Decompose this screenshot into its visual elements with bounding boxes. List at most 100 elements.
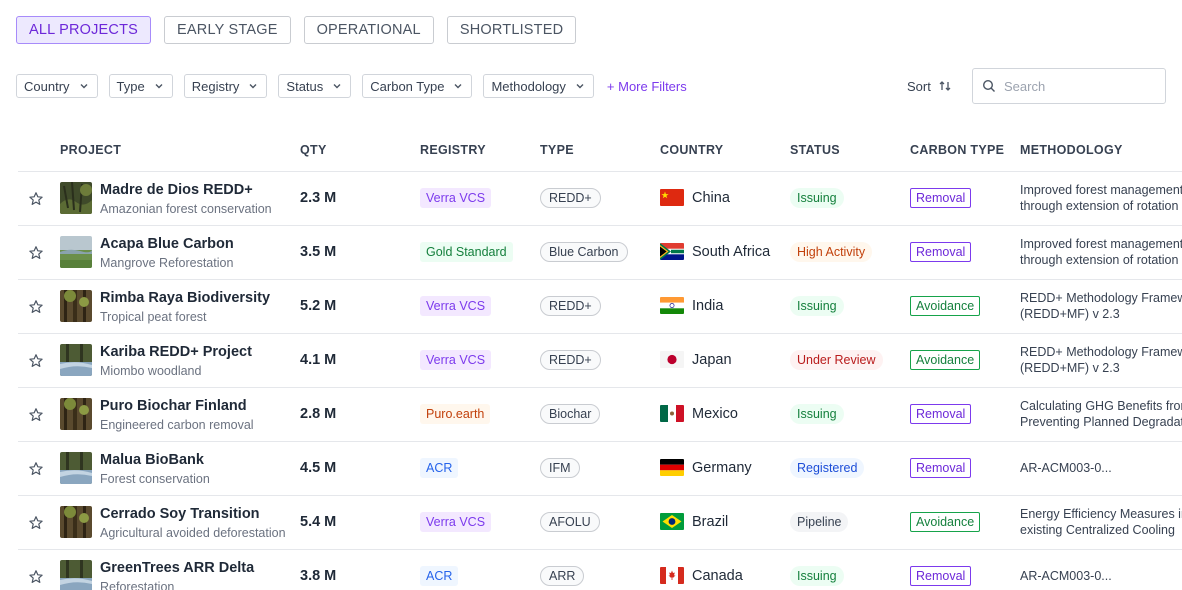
filter-type[interactable]: Type <box>108 74 173 98</box>
chevron-down-icon <box>454 84 462 89</box>
project-subtitle: Agricultural avoided deforestation <box>100 526 286 540</box>
project-thumbnail <box>60 506 92 538</box>
project-qty: 2.3 M <box>300 190 337 206</box>
methodology-text: Improved forest management through extens… <box>1020 236 1182 268</box>
table-row[interactable]: GreenTrees ARR Delta Reforestation 3.8 M AC… <box>18 550 1182 590</box>
table-row[interactable]: Rimba Raya Biodiversity Tropical peat for… <box>18 280 1182 334</box>
more-filters-button[interactable]: + More Filters <box>607 79 687 94</box>
favorite-star-icon[interactable] <box>28 515 44 531</box>
registry-badge: Verra VCS <box>420 296 492 316</box>
methodology-line: existing Centralized Cooling <box>1020 523 1175 537</box>
project-name[interactable]: Cerrado Soy Transition <box>100 506 260 522</box>
registry-badge: Puro.earth <box>420 404 491 424</box>
column-header-carbon-type[interactable]: CARBON TYPE <box>910 143 1004 157</box>
methodology-line: (REDD+MF) v 2.3 <box>1020 307 1120 321</box>
methodology-text: REDD+ Methodology Framework (REDD+MF) v 2… <box>1020 290 1182 322</box>
filter-registry[interactable]: Registry <box>183 74 268 98</box>
column-header-country[interactable]: COUNTRY <box>660 143 723 157</box>
type-chip: Biochar <box>540 404 601 424</box>
registry-badge: ACR <box>420 566 459 586</box>
sort-arrows-icon <box>939 81 951 91</box>
table-row[interactable]: Acapa Blue Carbon Mangrove Reforestation 3… <box>18 226 1182 280</box>
favorite-star-icon[interactable] <box>28 569 44 585</box>
column-header-qty[interactable]: QTY <box>300 143 327 157</box>
favorite-star-icon[interactable] <box>28 353 44 369</box>
table-row[interactable]: Puro Biochar Finland Engineered carbon re… <box>18 388 1182 442</box>
tab-shortlisted[interactable]: SHORTLISTED <box>446 16 577 44</box>
column-header-project[interactable]: PROJECT <box>60 143 121 157</box>
project-subtitle: Reforestation <box>100 580 175 590</box>
methodology-line: Improved forest management <box>1020 237 1182 251</box>
country-name: India <box>692 298 724 314</box>
column-header-methodology[interactable]: METHODOLOGY <box>1020 143 1123 157</box>
table-row[interactable]: Kariba REDD+ Project Miombo woodland 4.1 M… <box>18 334 1182 388</box>
chevron-down-icon <box>333 84 341 89</box>
country-name: China <box>692 190 730 206</box>
tab-early-stage[interactable]: EARLY STAGE <box>164 16 291 44</box>
methodology-line: through extension of rotation age <box>1020 253 1182 267</box>
table-row[interactable]: Cerrado Soy Transition Agricultural avoid… <box>18 496 1182 550</box>
methodology-line: AR-ACM003-0... <box>1020 569 1112 583</box>
methodology-text: Improved forest management through extens… <box>1020 182 1182 214</box>
filter-label: Registry <box>191 78 240 94</box>
carbon-type-badge: Removal <box>910 242 972 262</box>
methodology-line: Improved forest management <box>1020 183 1182 197</box>
project-name[interactable]: Malua BioBank <box>100 452 204 468</box>
status-badge: Issuing <box>790 296 844 316</box>
filter-methodology[interactable]: Methodology <box>483 74 594 98</box>
project-name[interactable]: Madre de Dios REDD+ <box>100 182 253 198</box>
chevron-down-icon <box>576 84 584 89</box>
methodology-line: REDD+ Methodology Framework <box>1020 345 1182 359</box>
methodology-text: REDD+ Methodology Framework (REDD+MF) v 2… <box>1020 344 1182 376</box>
tab-all-projects[interactable]: ALL PROJECTS <box>16 16 152 44</box>
project-qty: 5.2 M <box>300 298 337 314</box>
country-flag-icon <box>660 513 684 530</box>
project-name[interactable]: GreenTrees ARR Delta <box>100 560 254 576</box>
favorite-star-icon[interactable] <box>28 191 44 207</box>
filter-carbon-type[interactable]: Carbon Type <box>362 74 473 98</box>
filter-label: Type <box>116 78 145 94</box>
project-thumbnail <box>60 452 92 484</box>
column-header-registry[interactable]: REGISTRY <box>420 143 486 157</box>
filter-country[interactable]: Country <box>16 74 98 98</box>
favorite-star-icon[interactable] <box>28 461 44 477</box>
country-flag-icon <box>660 297 684 314</box>
country-flag-icon <box>660 351 684 368</box>
methodology-line: (REDD+MF) v 2.3 <box>1020 361 1120 375</box>
favorite-star-icon[interactable] <box>28 245 44 261</box>
carbon-type-badge: Avoidance <box>910 296 981 316</box>
type-chip: REDD+ <box>540 350 601 370</box>
table-body: Madre de Dios REDD+ Amazonian forest cons… <box>18 172 1182 590</box>
favorite-star-icon[interactable] <box>28 299 44 315</box>
project-subtitle: Engineered carbon removal <box>100 418 254 432</box>
filter-bar: Country Type Registry Status Carbon Type Meth… <box>16 74 687 98</box>
sort-button[interactable]: Sort <box>907 76 952 96</box>
column-header-type[interactable]: TYPE <box>540 143 574 157</box>
carbon-type-badge: Removal <box>910 566 972 586</box>
project-thumbnail <box>60 182 92 214</box>
search-input[interactable] <box>1004 78 1154 94</box>
project-name[interactable]: Acapa Blue Carbon <box>100 236 234 252</box>
project-name[interactable]: Kariba REDD+ Project <box>100 344 252 360</box>
registry-badge: ACR <box>420 458 459 478</box>
filter-label: Country <box>24 78 70 94</box>
table-row[interactable]: Madre de Dios REDD+ Amazonian forest cons… <box>18 172 1182 226</box>
column-header-status[interactable]: STATUS <box>790 143 840 157</box>
type-chip: ARR <box>540 566 585 586</box>
country-name: Japan <box>692 352 732 368</box>
project-subtitle: Forest conservation <box>100 472 210 486</box>
project-subtitle: Tropical peat forest <box>100 310 207 324</box>
filter-status[interactable]: Status <box>278 74 352 98</box>
filter-label: Carbon Type <box>370 78 445 94</box>
filter-label: Methodology <box>491 78 566 94</box>
project-subtitle: Mangrove Reforestation <box>100 256 234 270</box>
table-row[interactable]: Malua BioBank Forest conservation 4.5 M ACR… <box>18 442 1182 496</box>
favorite-star-icon[interactable] <box>28 407 44 423</box>
country-flag-icon <box>660 567 684 584</box>
project-name[interactable]: Puro Biochar Finland <box>100 398 247 414</box>
status-badge: High Activity <box>790 242 873 262</box>
project-name[interactable]: Rimba Raya Biodiversity <box>100 290 270 306</box>
carbon-type-badge: Removal <box>910 458 972 478</box>
search-box[interactable] <box>972 68 1166 104</box>
tab-operational[interactable]: OPERATIONAL <box>303 16 434 44</box>
